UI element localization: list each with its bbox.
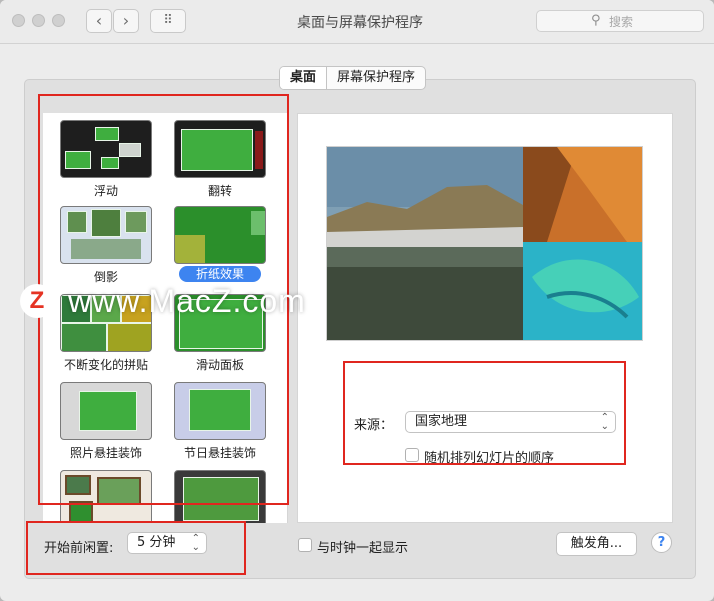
search-placeholder: 搜索 (609, 15, 634, 29)
hot-corners-button[interactable]: 触发角... (556, 532, 637, 556)
annotation-box-idle-time (26, 521, 246, 575)
show-clock-label: 与时钟一起显示 (317, 541, 409, 556)
search-field[interactable]: ⚲ 搜索 (536, 10, 704, 32)
watermark-text: www.MacZ.com (68, 282, 306, 319)
preview-image (326, 146, 643, 341)
preferences-window: ‹ › ⠿ 桌面与屏幕保护程序 ⚲ 搜索 桌面 屏幕保护程序 浮动 翻转 倒影 … (0, 0, 714, 601)
annotation-box-source-options (343, 361, 626, 465)
tab-desktop[interactable]: 桌面 (280, 67, 328, 89)
zoom-window-button[interactable] (52, 14, 65, 27)
watermark-logo: Z (20, 284, 54, 318)
window-title: 桌面与屏幕保护程序 (297, 15, 423, 31)
search-icon: ⚲ (591, 13, 601, 28)
show-clock-checkbox[interactable] (298, 538, 312, 552)
tab-screen-saver[interactable]: 屏幕保护程序 (327, 67, 425, 89)
watermark: Z www.MacZ.com (20, 279, 306, 323)
show-all-grid-icon[interactable]: ⠿ (150, 9, 186, 33)
close-window-button[interactable] (12, 14, 25, 27)
minimize-window-button[interactable] (32, 14, 45, 27)
back-button[interactable]: ‹ (86, 9, 112, 33)
preview-collage (327, 147, 642, 340)
forward-button[interactable]: › (113, 9, 139, 33)
help-button[interactable]: ? (651, 532, 672, 553)
title-bar: ‹ › ⠿ 桌面与屏幕保护程序 ⚲ 搜索 (0, 0, 714, 44)
tab-bar: 桌面 屏幕保护程序 (279, 66, 427, 90)
